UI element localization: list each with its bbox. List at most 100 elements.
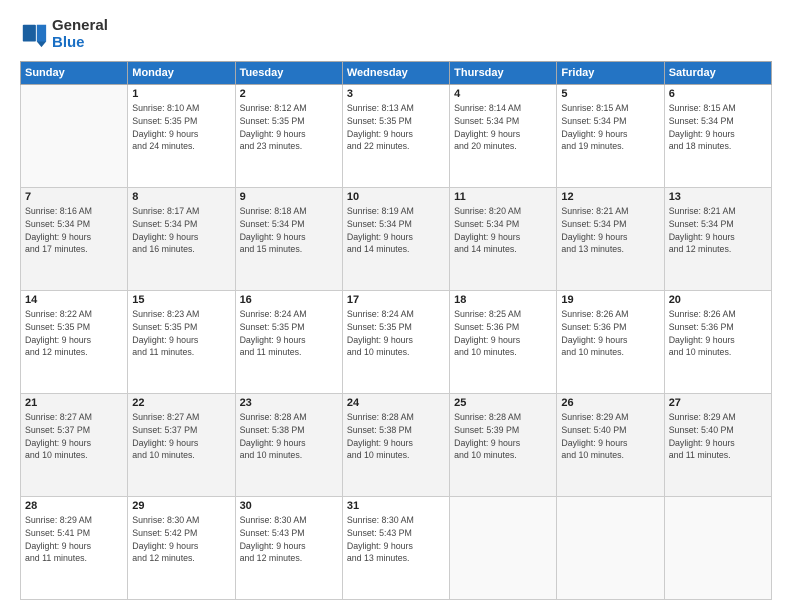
day-number: 3 [347,88,445,100]
calendar-week-4: 21 Sunrise: 8:27 AMSunset: 5:37 PMDayligh… [21,394,772,497]
day-info: Sunrise: 8:19 AMSunset: 5:34 PMDaylight:… [347,205,445,256]
calendar-cell: 2 Sunrise: 8:12 AMSunset: 5:35 PMDaylight… [235,85,342,188]
calendar-cell: 27 Sunrise: 8:29 AMSunset: 5:40 PMDayligh… [664,394,771,497]
calendar-cell: 28 Sunrise: 8:29 AMSunset: 5:41 PMDayligh… [21,497,128,600]
day-number: 21 [25,397,123,409]
day-number: 24 [347,397,445,409]
weekday-header-wednesday: Wednesday [342,62,449,85]
day-info: Sunrise: 8:26 AMSunset: 5:36 PMDaylight:… [669,308,767,359]
day-info: Sunrise: 8:25 AMSunset: 5:36 PMDaylight:… [454,308,552,359]
calendar-cell: 7 Sunrise: 8:16 AMSunset: 5:34 PMDaylight… [21,188,128,291]
calendar-cell [664,497,771,600]
day-info: Sunrise: 8:29 AMSunset: 5:41 PMDaylight:… [25,514,123,565]
day-number: 18 [454,294,552,306]
day-info: Sunrise: 8:28 AMSunset: 5:38 PMDaylight:… [347,411,445,462]
calendar-week-2: 7 Sunrise: 8:16 AMSunset: 5:34 PMDaylight… [21,188,772,291]
day-number: 26 [561,397,659,409]
calendar-table: SundayMondayTuesdayWednesdayThursdayFrid… [20,61,772,600]
calendar-cell: 29 Sunrise: 8:30 AMSunset: 5:42 PMDayligh… [128,497,235,600]
calendar-cell: 9 Sunrise: 8:18 AMSunset: 5:34 PMDaylight… [235,188,342,291]
calendar-cell: 4 Sunrise: 8:14 AMSunset: 5:34 PMDaylight… [450,85,557,188]
day-info: Sunrise: 8:27 AMSunset: 5:37 PMDaylight:… [25,411,123,462]
calendar-cell: 3 Sunrise: 8:13 AMSunset: 5:35 PMDaylight… [342,85,449,188]
day-info: Sunrise: 8:16 AMSunset: 5:34 PMDaylight:… [25,205,123,256]
day-info: Sunrise: 8:29 AMSunset: 5:40 PMDaylight:… [669,411,767,462]
day-number: 30 [240,500,338,512]
day-number: 29 [132,500,230,512]
day-info: Sunrise: 8:30 AMSunset: 5:42 PMDaylight:… [132,514,230,565]
logo-icon [20,21,48,49]
day-number: 14 [25,294,123,306]
day-info: Sunrise: 8:27 AMSunset: 5:37 PMDaylight:… [132,411,230,462]
calendar-cell: 31 Sunrise: 8:30 AMSunset: 5:43 PMDayligh… [342,497,449,600]
calendar-cell: 22Sunrise: 8:27 AMSunset: 5:37 PMDayligh… [128,394,235,497]
calendar-cell: 15 Sunrise: 8:23 AMSunset: 5:35 PMDayligh… [128,291,235,394]
day-number: 23 [240,397,338,409]
day-info: Sunrise: 8:15 AMSunset: 5:34 PMDaylight:… [561,102,659,153]
day-number: 15 [132,294,230,306]
day-info: Sunrise: 8:30 AMSunset: 5:43 PMDaylight:… [347,514,445,565]
calendar-cell: 19 Sunrise: 8:26 AMSunset: 5:36 PMDayligh… [557,291,664,394]
day-info: Sunrise: 8:12 AMSunset: 5:35 PMDaylight:… [240,102,338,153]
day-number: 7 [25,191,123,203]
calendar-cell: 16 Sunrise: 8:24 AMSunset: 5:35 PMDayligh… [235,291,342,394]
day-info: Sunrise: 8:23 AMSunset: 5:35 PMDaylight:… [132,308,230,359]
calendar-cell: 11 Sunrise: 8:20 AMSunset: 5:34 PMDayligh… [450,188,557,291]
weekday-header-tuesday: Tuesday [235,62,342,85]
calendar-cell [450,497,557,600]
day-number: 19 [561,294,659,306]
day-info: Sunrise: 8:28 AMSunset: 5:38 PMDaylight:… [240,411,338,462]
weekday-header-monday: Monday [128,62,235,85]
calendar-cell: 23 Sunrise: 8:28 AMSunset: 5:38 PMDayligh… [235,394,342,497]
day-number: 27 [669,397,767,409]
day-number: 9 [240,191,338,203]
calendar-cell: 6Sunrise: 8:15 AMSunset: 5:34 PMDaylight… [664,85,771,188]
calendar-cell: 30 Sunrise: 8:30 AMSunset: 5:43 PMDayligh… [235,497,342,600]
day-info: Sunrise: 8:24 AMSunset: 5:35 PMDaylight:… [347,308,445,359]
day-number: 6 [669,88,767,100]
day-number: 13 [669,191,767,203]
day-info: Sunrise: 8:30 AMSunset: 5:43 PMDaylight:… [240,514,338,565]
calendar-cell: 20Sunrise: 8:26 AMSunset: 5:36 PMDayligh… [664,291,771,394]
calendar-cell: 10 Sunrise: 8:19 AMSunset: 5:34 PMDayligh… [342,188,449,291]
day-info: Sunrise: 8:21 AMSunset: 5:34 PMDaylight:… [669,205,767,256]
day-number: 28 [25,500,123,512]
weekday-header-thursday: Thursday [450,62,557,85]
calendar-cell: 17Sunrise: 8:24 AMSunset: 5:35 PMDayligh… [342,291,449,394]
day-number: 12 [561,191,659,203]
day-number: 2 [240,88,338,100]
day-info: Sunrise: 8:20 AMSunset: 5:34 PMDaylight:… [454,205,552,256]
day-info: Sunrise: 8:14 AMSunset: 5:34 PMDaylight:… [454,102,552,153]
header: General Blue [20,18,772,51]
calendar-week-1: 1Sunrise: 8:10 AMSunset: 5:35 PMDaylight… [21,85,772,188]
day-info: Sunrise: 8:17 AMSunset: 5:34 PMDaylight:… [132,205,230,256]
calendar-cell: 12Sunrise: 8:21 AMSunset: 5:34 PMDayligh… [557,188,664,291]
day-info: Sunrise: 8:13 AMSunset: 5:35 PMDaylight:… [347,102,445,153]
calendar-cell: 13 Sunrise: 8:21 AMSunset: 5:34 PMDayligh… [664,188,771,291]
calendar-cell: 25Sunrise: 8:28 AMSunset: 5:39 PMDayligh… [450,394,557,497]
calendar-cell [557,497,664,600]
calendar-week-5: 28 Sunrise: 8:29 AMSunset: 5:41 PMDayligh… [21,497,772,600]
day-number: 16 [240,294,338,306]
day-info: Sunrise: 8:26 AMSunset: 5:36 PMDaylight:… [561,308,659,359]
page: General Blue SundayMondayTuesdayWednesda… [0,0,792,612]
calendar-cell: 26 Sunrise: 8:29 AMSunset: 5:40 PMDayligh… [557,394,664,497]
day-number: 10 [347,191,445,203]
calendar-cell: 8 Sunrise: 8:17 AMSunset: 5:34 PMDaylight… [128,188,235,291]
day-number: 8 [132,191,230,203]
day-number: 4 [454,88,552,100]
day-info: Sunrise: 8:18 AMSunset: 5:34 PMDaylight:… [240,205,338,256]
day-number: 5 [561,88,659,100]
calendar-cell: 14Sunrise: 8:22 AMSunset: 5:35 PMDayligh… [21,291,128,394]
day-info: Sunrise: 8:24 AMSunset: 5:35 PMDaylight:… [240,308,338,359]
weekday-header-row: SundayMondayTuesdayWednesdayThursdayFrid… [21,62,772,85]
day-info: Sunrise: 8:10 AMSunset: 5:35 PMDaylight:… [132,102,230,153]
calendar-cell: 18 Sunrise: 8:25 AMSunset: 5:36 PMDayligh… [450,291,557,394]
weekday-header-sunday: Sunday [21,62,128,85]
day-info: Sunrise: 8:29 AMSunset: 5:40 PMDaylight:… [561,411,659,462]
calendar-week-3: 14Sunrise: 8:22 AMSunset: 5:35 PMDayligh… [21,291,772,394]
day-number: 11 [454,191,552,203]
day-number: 31 [347,500,445,512]
logo-text: General Blue [52,18,108,51]
calendar-cell: 5 Sunrise: 8:15 AMSunset: 5:34 PMDaylight… [557,85,664,188]
